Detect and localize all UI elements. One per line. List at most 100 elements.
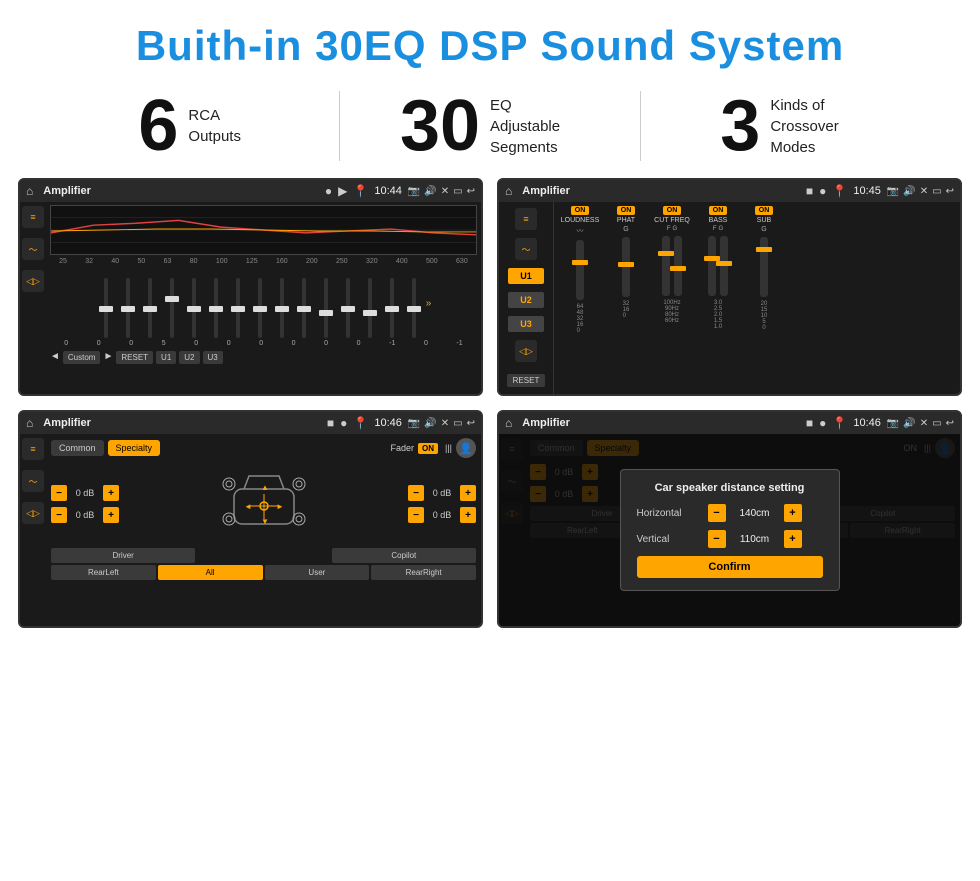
location-icon-2: 📍 xyxy=(832,184,847,198)
db-fl-plus[interactable]: + xyxy=(103,485,119,501)
fader-wave-icon[interactable]: 〜 xyxy=(22,470,44,492)
eq-slider-9[interactable] xyxy=(272,278,292,338)
back-icon-3[interactable]: ↩ xyxy=(467,418,475,429)
home-icon[interactable]: ⌂ xyxy=(26,184,33,198)
fader-on-badge[interactable]: ON xyxy=(418,443,438,454)
eq-slider-11[interactable] xyxy=(316,278,336,338)
eq-prev-icon[interactable]: ◄ xyxy=(50,351,60,364)
back-icon-4[interactable]: ↩ xyxy=(946,418,954,429)
horizontal-minus-btn[interactable]: − xyxy=(708,504,726,522)
eq-slider-8[interactable] xyxy=(250,278,270,338)
eq-u1-btn[interactable]: U1 xyxy=(156,351,176,364)
fader-driver-btn[interactable]: Driver xyxy=(51,548,195,563)
eq-u2-btn[interactable]: U2 xyxy=(179,351,199,364)
fader-profile-icon[interactable]: 👤 xyxy=(456,438,476,458)
fader-common-tab[interactable]: Common xyxy=(51,440,104,456)
battery-icon-4: ▭ xyxy=(932,418,941,429)
bass-slider-g[interactable] xyxy=(720,236,728,296)
loudness-label: LOUDNESS xyxy=(561,217,600,224)
eq-preset-custom[interactable]: Custom xyxy=(63,351,101,364)
back-icon-2[interactable]: ↩ xyxy=(946,186,954,197)
eq-slider-10[interactable] xyxy=(294,278,314,338)
cutfreq-slider-g[interactable] xyxy=(674,236,682,296)
db-rl-plus[interactable]: + xyxy=(103,507,119,523)
fader-copilot-btn[interactable]: Copilot xyxy=(332,548,476,563)
db-fl-minus[interactable]: − xyxy=(51,485,67,501)
volume-icon-2: 🔊 xyxy=(903,186,915,197)
fader-rear-buttons: RearLeft All User RearRight xyxy=(51,565,476,580)
home-icon-2[interactable]: ⌂ xyxy=(505,184,512,198)
eq-slider-1[interactable] xyxy=(96,278,116,338)
bass-slider-f[interactable] xyxy=(708,236,716,296)
eq-speaker-icon[interactable]: ◁▷ xyxy=(22,270,44,292)
location-icon: 📍 xyxy=(353,184,368,198)
db-rr-plus[interactable]: + xyxy=(460,507,476,523)
eq-slider-7[interactable] xyxy=(228,278,248,338)
x-icon-3: ✕ xyxy=(441,418,449,429)
fader-specialty-tab[interactable]: Specialty xyxy=(108,440,161,456)
channel-bass: ON BASS F G 3.02.52.01.51.0 xyxy=(698,206,738,390)
eq-values: 00050 00000 -10-1 xyxy=(50,340,477,347)
cutfreq-on-btn[interactable]: ON xyxy=(663,206,682,215)
fader-filter-icon[interactable]: ≡ xyxy=(22,438,44,460)
phat-slider[interactable] xyxy=(622,237,630,297)
fader-speaker-icon[interactable]: ◁▷ xyxy=(22,502,44,524)
eq-slider-6[interactable] xyxy=(206,278,226,338)
play-icon[interactable]: ▶ xyxy=(338,184,347,198)
loudness-slider[interactable] xyxy=(576,240,584,300)
db-control-rr: − 0 dB + xyxy=(408,507,476,523)
vertical-minus-btn[interactable]: − xyxy=(708,530,726,548)
stat-number-eq: 30 xyxy=(400,90,480,162)
eq-slider-12[interactable] xyxy=(338,278,358,338)
eq-filter-icon[interactable]: ≡ xyxy=(22,206,44,228)
fader-all-btn[interactable]: All xyxy=(158,565,263,580)
dialog-screen-card: ⌂ Amplifier ■ ● 📍 10:46 📷 🔊 ✕ ▭ ↩ ≡ 〜 ◁▷ xyxy=(497,410,962,628)
u2-button[interactable]: U2 xyxy=(508,292,544,308)
eq-slider-15[interactable] xyxy=(404,278,424,338)
loudness-on-btn[interactable]: ON xyxy=(571,206,590,215)
amp2-filter-icon[interactable]: ≡ xyxy=(515,208,537,230)
eq-u3-btn[interactable]: U3 xyxy=(203,351,223,364)
volume-icon-4: 🔊 xyxy=(903,418,915,429)
u3-button[interactable]: U3 xyxy=(508,316,544,332)
amp2-channels: ON LOUDNESS 〰 644832160 ON PHAT G xyxy=(554,202,960,394)
db-rr-minus[interactable]: − xyxy=(408,507,424,523)
vertical-plus-btn[interactable]: + xyxy=(784,530,802,548)
fader-bars-icon: ||| xyxy=(445,443,452,453)
eq-slider-5[interactable] xyxy=(184,278,204,338)
home-icon-4[interactable]: ⌂ xyxy=(505,416,512,430)
cutfreq-slider-f[interactable] xyxy=(662,236,670,296)
stat-crossover: 3 Kinds ofCrossover Modes xyxy=(641,90,940,162)
sub-slider[interactable] xyxy=(760,237,768,297)
sub-on-btn[interactable]: ON xyxy=(755,206,774,215)
fader-rearright-btn[interactable]: RearRight xyxy=(371,565,476,580)
u1-button[interactable]: U1 xyxy=(508,268,544,284)
db-rl-minus[interactable]: − xyxy=(51,507,67,523)
bass-on-btn[interactable]: ON xyxy=(709,206,728,215)
channel-sub: ON SUB G 20151050 xyxy=(744,206,784,390)
phat-on-btn[interactable]: ON xyxy=(617,206,636,215)
eq-slider-14[interactable] xyxy=(382,278,402,338)
eq-slider-4[interactable] xyxy=(162,278,182,338)
back-icon[interactable]: ↩ xyxy=(467,186,475,197)
amp2-reset-btn[interactable]: RESET xyxy=(507,374,546,387)
fader-screen-card: ⌂ Amplifier ■ ● 📍 10:46 📷 🔊 ✕ ▭ ↩ ≡ 〜 ◁▷ xyxy=(18,410,483,628)
home-icon-3[interactable]: ⌂ xyxy=(26,416,33,430)
confirm-button[interactable]: Confirm xyxy=(637,556,823,578)
battery-icon: ▭ xyxy=(453,186,462,197)
eq-wave-icon[interactable]: 〜 xyxy=(22,238,44,260)
bass-label: BASS xyxy=(709,217,728,224)
eq-slider-2[interactable] xyxy=(118,278,138,338)
eq-reset-btn[interactable]: RESET xyxy=(116,351,153,364)
horizontal-plus-btn[interactable]: + xyxy=(784,504,802,522)
db-fr-minus[interactable]: − xyxy=(408,485,424,501)
amp2-speaker-icon[interactable]: ◁▷ xyxy=(515,340,537,362)
fader-user-btn[interactable]: User xyxy=(265,565,370,580)
eq-slider-3[interactable] xyxy=(140,278,160,338)
db-fr-plus[interactable]: + xyxy=(460,485,476,501)
amp2-wave-icon[interactable]: 〜 xyxy=(515,238,537,260)
db-control-fr: − 0 dB + xyxy=(408,485,476,501)
eq-next-icon[interactable]: ► xyxy=(103,351,113,364)
fader-rearleft-btn[interactable]: RearLeft xyxy=(51,565,156,580)
eq-slider-13[interactable] xyxy=(360,278,380,338)
